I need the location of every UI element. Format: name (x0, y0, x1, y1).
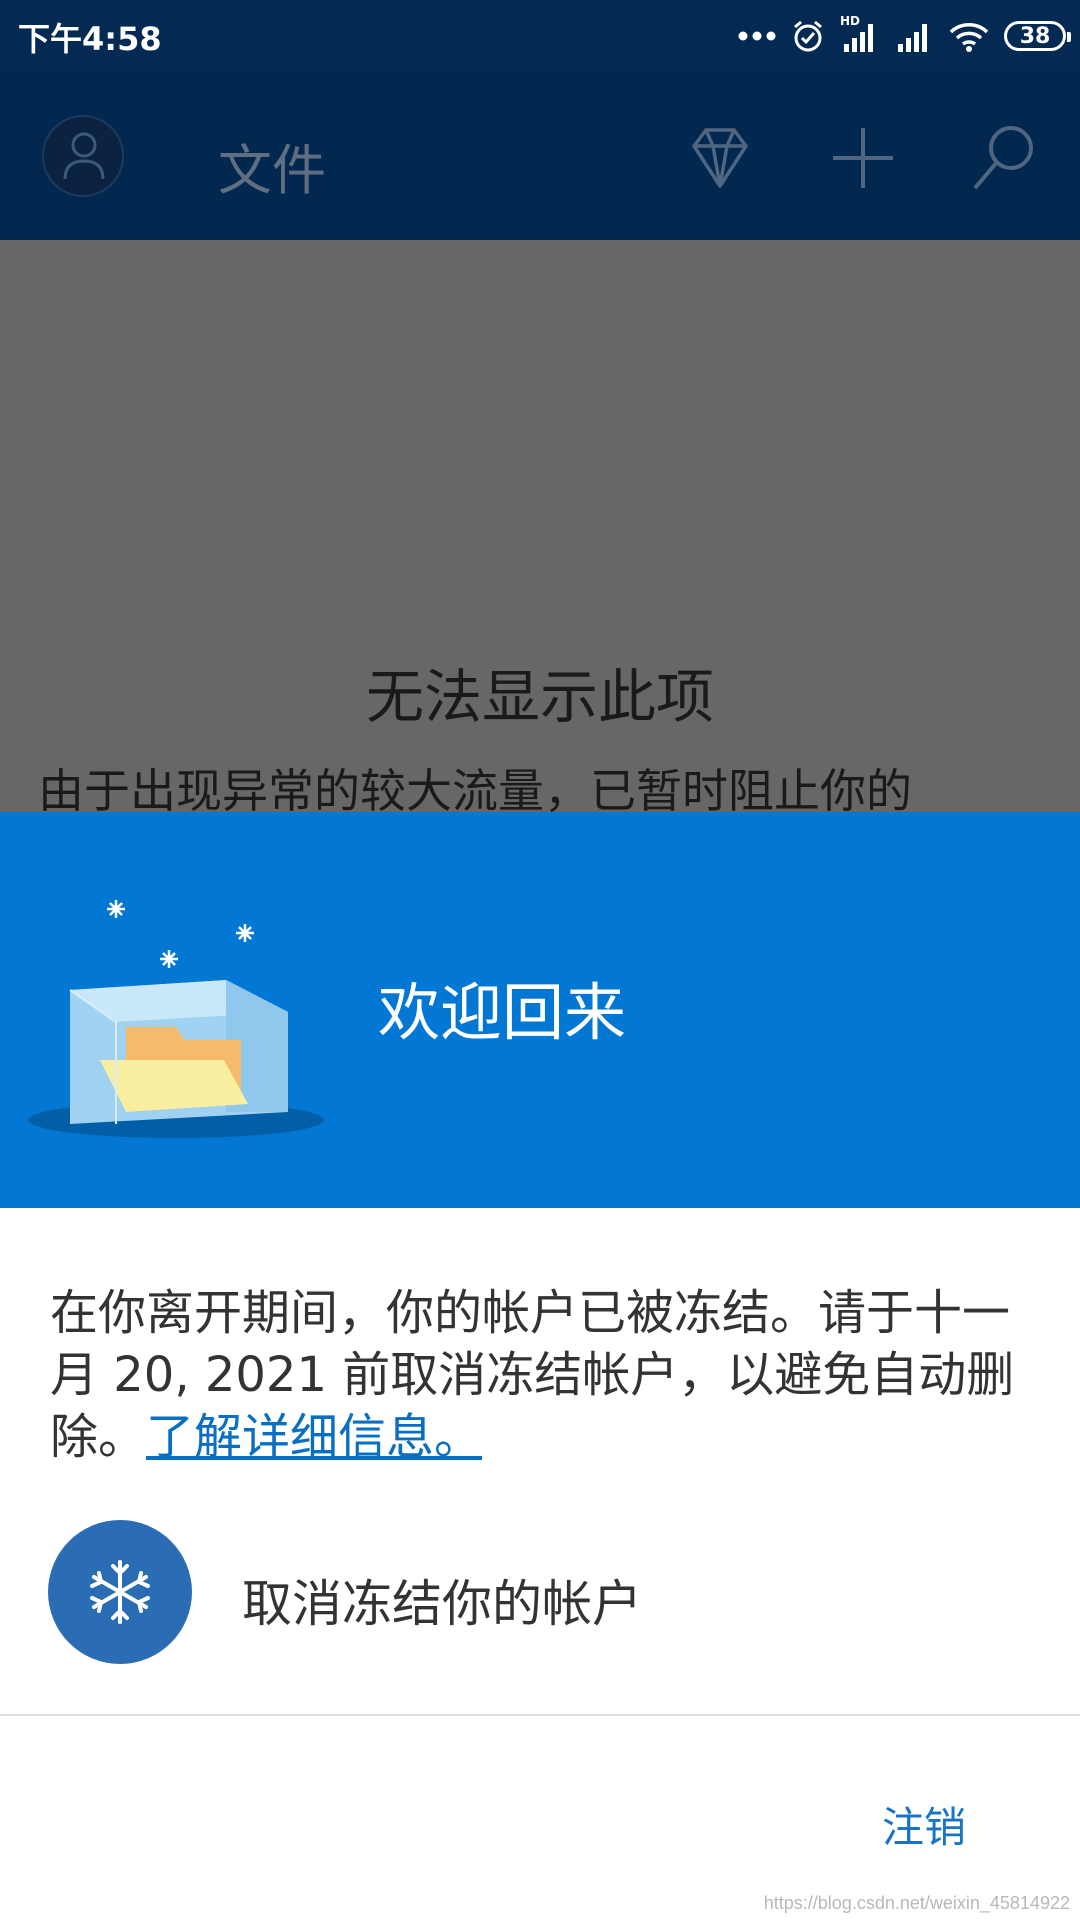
page-title: 文件 (218, 139, 326, 202)
add-button[interactable] (823, 118, 903, 198)
unfreeze-label: 取消冻结你的帐户 (242, 1575, 642, 1633)
search-button[interactable] (965, 118, 1045, 198)
learn-more-link[interactable]: 了解详细信息。 (146, 1409, 482, 1465)
app-bar: 文件 (0, 70, 1080, 240)
divider (0, 1714, 1080, 1716)
dialog-header: 欢迎回来 (0, 812, 1080, 1208)
battery-level: 38 (1019, 23, 1051, 49)
avatar[interactable] (42, 115, 124, 197)
frozen-folder-icon (28, 900, 324, 1138)
premium-button[interactable] (680, 118, 760, 198)
unfreeze-circle (48, 1520, 192, 1664)
dialog-body: 在你离开期间，你的帐户已被冻结。请于十一月 20, 2021 前取消冻结帐户，以… (0, 1208, 1080, 1920)
hd-signal-icon: HD (840, 14, 880, 54)
plus-icon (833, 128, 893, 188)
error-body: 由于出现异常的较大流量，已暂时阻止你的 (38, 764, 912, 812)
more-dots-icon (738, 31, 776, 41)
snowflake-icon (90, 1560, 150, 1624)
dialog-message: 在你离开期间，你的帐户已被冻结。请于十一月 20, 2021 前取消冻结帐户，以… (50, 1282, 1040, 1468)
signal-icon (898, 24, 927, 52)
search-icon (973, 126, 1033, 190)
watermark: https://blog.csdn.net/weixin_45814922 (763, 1893, 1070, 1913)
wifi-icon (949, 23, 989, 52)
error-title: 无法显示此项 (365, 663, 714, 731)
signout-button[interactable]: 注销 (882, 1794, 966, 1855)
status-time: 下午4:58 (18, 20, 162, 58)
diamond-icon (692, 128, 748, 188)
alarm-icon (794, 20, 822, 52)
status-icons: HD 38 (738, 14, 1071, 58)
unfreeze-account-button[interactable]: 取消冻结你的帐户 (48, 1520, 1028, 1666)
person-icon (63, 132, 105, 180)
battery-indicator: 38 (1004, 21, 1071, 51)
dialog-title: 欢迎回来 (378, 976, 627, 1049)
status-bar: 下午4:58 HD 38 (0, 0, 1080, 70)
background-content: 无法显示此项 由于出现异常的较大流量，已暂时阻止你的 (0, 240, 1080, 812)
